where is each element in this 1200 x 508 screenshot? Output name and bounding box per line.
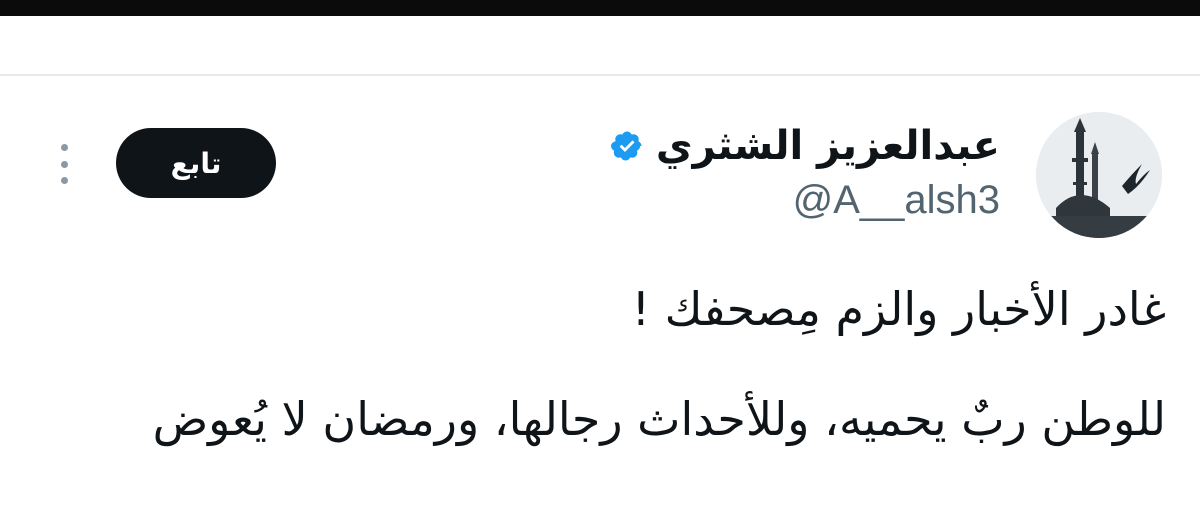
mosque-silhouette-avatar — [1036, 112, 1162, 238]
top-spacer — [0, 16, 1200, 74]
follow-button[interactable]: تابع — [116, 128, 276, 198]
verified-badge-icon — [610, 129, 644, 163]
avatar[interactable] — [1036, 112, 1162, 238]
top-bar — [0, 0, 1200, 16]
tweet-text-line-2: للوطن ربٌ يحميه، وللأحداث رجالها، ورمضان… — [152, 392, 1166, 446]
author-display-name[interactable]: عبدالعزيز الشثري — [656, 126, 1000, 166]
tweet-card: عبدالعزيز الشثري @A__alsh3 تابع غادر الأ… — [0, 76, 1200, 508]
tweet-text-line-1: غادر الأخبار والزم مِصحفك ! — [631, 282, 1166, 336]
menu-dot — [60, 144, 68, 151]
author-handle[interactable]: @A__alsh3 — [793, 180, 1000, 220]
menu-dot — [60, 177, 68, 184]
menu-dot — [60, 160, 68, 168]
more-vertical-icon[interactable] — [56, 144, 72, 184]
author-name-row: عبدالعزيز الشثري — [610, 126, 1000, 166]
